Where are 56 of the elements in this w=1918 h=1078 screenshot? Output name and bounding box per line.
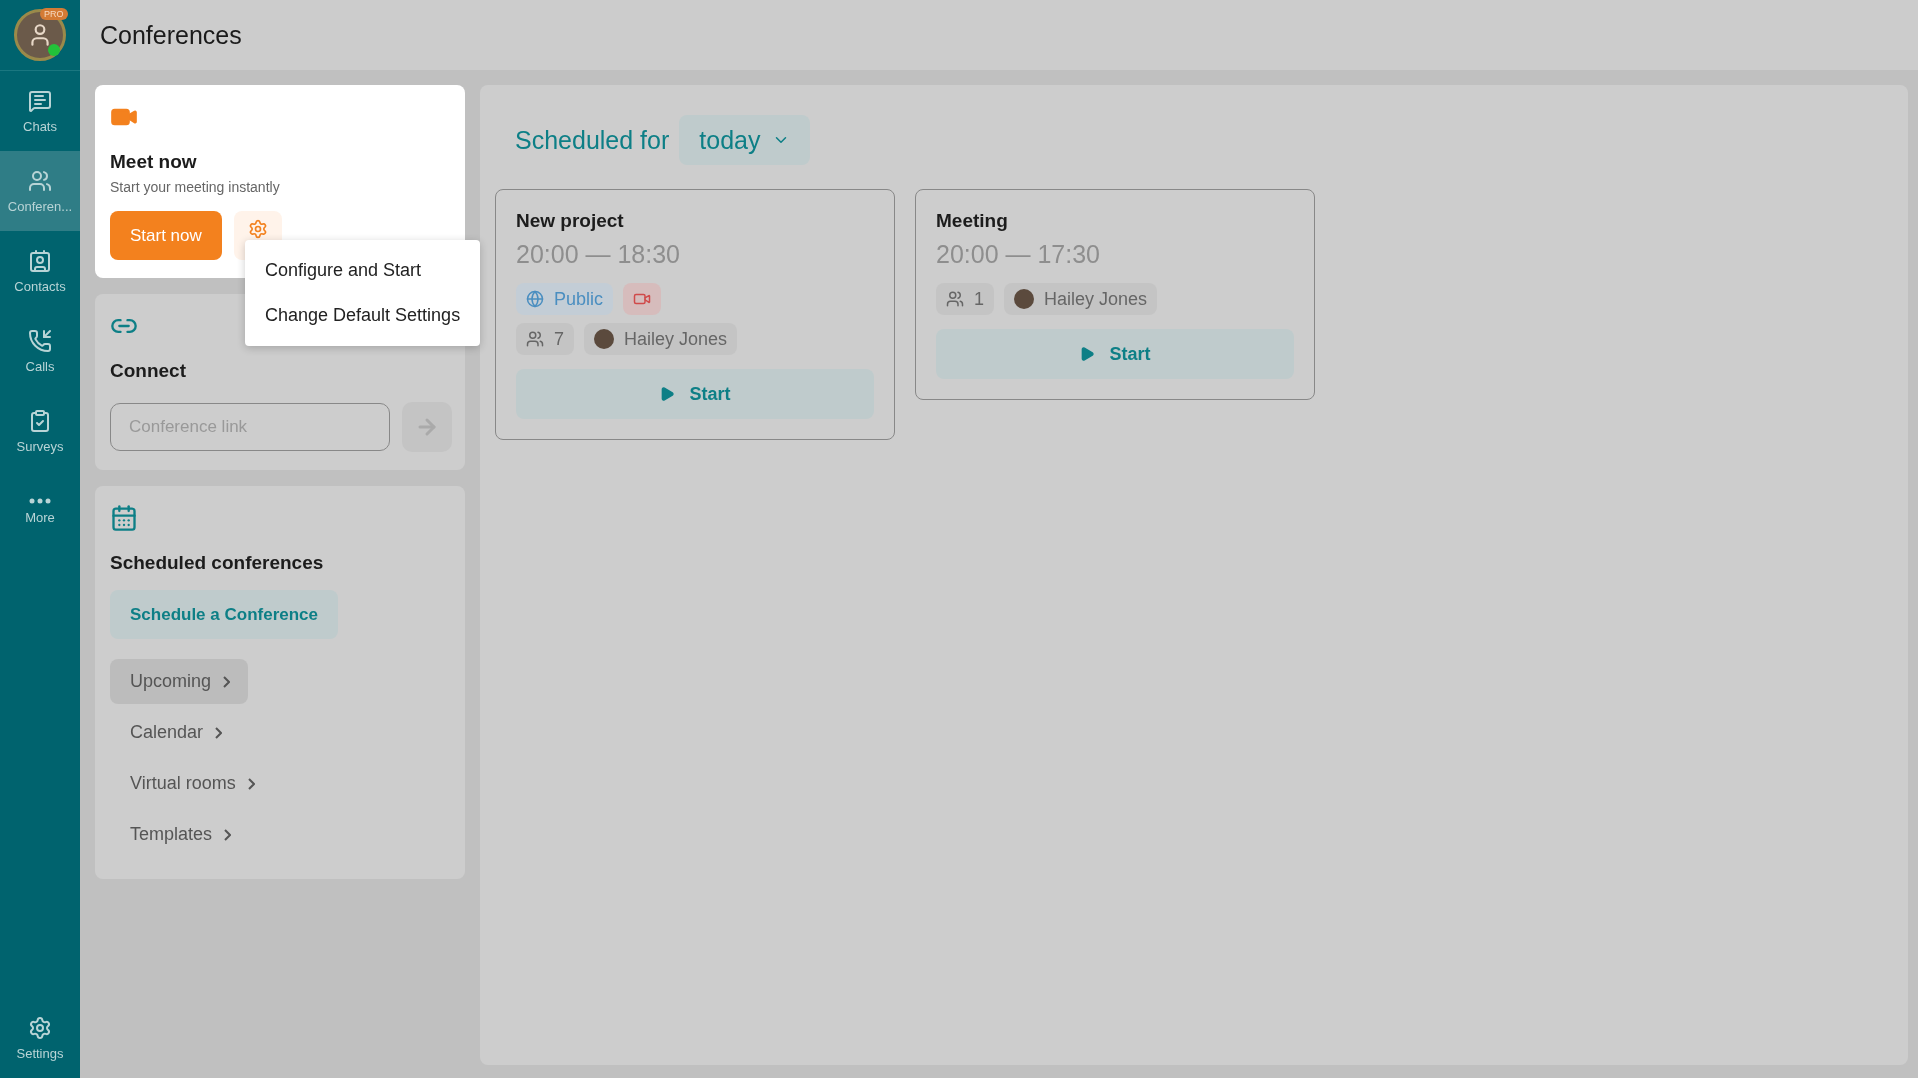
card-title: Connect xyxy=(110,360,186,382)
arrow-button[interactable] xyxy=(402,402,452,452)
sidebar-item[interactable]: Contacts xyxy=(0,231,80,311)
nav-link[interactable]: Templates xyxy=(110,812,250,857)
sidebar-item[interactable]: Conferen... xyxy=(0,151,80,231)
chevron-icon xyxy=(223,675,231,688)
people-icon xyxy=(28,168,52,193)
chevron-icon xyxy=(215,726,223,739)
meeting-time: 20:00 — 18:30 xyxy=(516,240,681,269)
avatar-icon xyxy=(594,329,614,349)
sidebar-item[interactable]: Calls xyxy=(0,311,80,391)
period-dropdown[interactable]: today xyxy=(679,115,811,165)
sidebar-item[interactable]: More xyxy=(0,471,80,551)
gear-icon xyxy=(247,219,268,239)
clipboard-check-icon xyxy=(28,408,52,433)
meeting-title: Meeting xyxy=(936,210,1009,232)
card-subtitle: Start your meeting instantly xyxy=(110,179,280,195)
participants-count: 1 xyxy=(936,283,994,315)
menu-item[interactable]: Change Default Settings xyxy=(245,293,481,338)
nav-link[interactable]: Calendar xyxy=(110,710,241,755)
card-title: Meet now xyxy=(110,151,197,173)
chat-icon xyxy=(28,88,52,113)
start-now-button[interactable]: Start now xyxy=(110,211,222,260)
globe-icon xyxy=(526,290,544,308)
participants-count: 7 xyxy=(516,323,574,355)
owner-tag: Hailey Jones xyxy=(1004,283,1158,315)
people-icon xyxy=(946,290,964,308)
start-button[interactable]: Start xyxy=(516,369,874,419)
schedule-conference-button[interactable]: Schedule a Conference xyxy=(110,590,338,639)
card-title: Scheduled conferences xyxy=(110,552,324,574)
calendar-icon xyxy=(110,504,138,532)
settings-icon xyxy=(28,1015,52,1040)
avatar-icon xyxy=(1014,289,1034,309)
chevron-icon xyxy=(224,828,232,841)
nav-link[interactable]: Upcoming xyxy=(110,659,249,704)
scheduled-for-label: Scheduled for xyxy=(515,125,670,155)
chevron-icon xyxy=(247,777,255,790)
owner-tag: Hailey Jones xyxy=(584,323,738,355)
sidebar-item[interactable]: Surveys xyxy=(0,391,80,471)
meeting-time: 20:00 — 17:30 xyxy=(936,240,1101,269)
more-icon xyxy=(29,497,51,504)
sidebar-item[interactable]: Chats xyxy=(0,71,80,151)
phone-icon xyxy=(28,328,52,353)
meeting-title: New project xyxy=(516,210,625,232)
nav-link[interactable]: Virtual rooms xyxy=(110,761,273,806)
page-title: Conferences xyxy=(100,20,242,50)
public-tag: Public xyxy=(516,283,614,315)
menu-item[interactable]: Configure and Start xyxy=(245,248,481,293)
contact-card-icon xyxy=(28,248,52,273)
start-button[interactable]: Start xyxy=(936,329,1294,379)
people-icon xyxy=(526,330,544,348)
play-icon xyxy=(1079,346,1096,362)
sidebar-item[interactable]: Settings xyxy=(0,998,80,1078)
play-icon xyxy=(659,386,676,402)
avatar[interactable] xyxy=(14,9,66,61)
pro-badge: PRO xyxy=(40,8,68,20)
